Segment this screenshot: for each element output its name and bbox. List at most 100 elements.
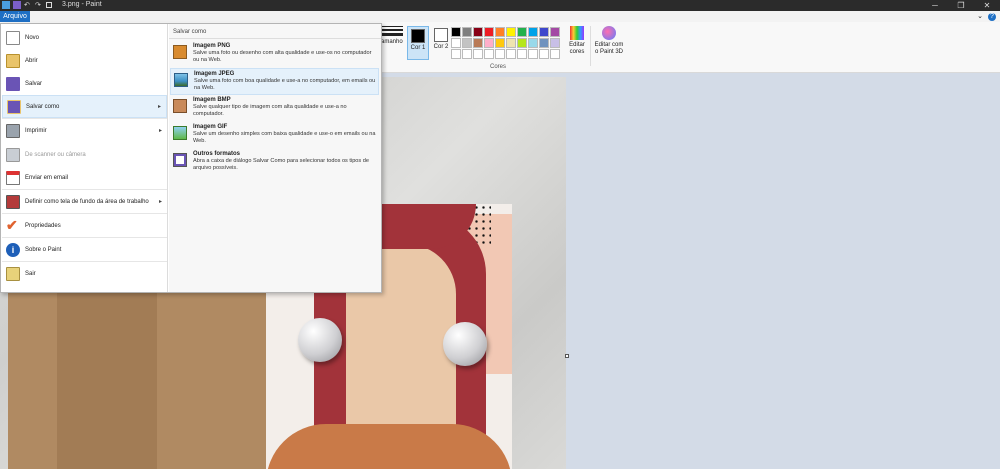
palette-swatch[interactable]	[506, 38, 516, 48]
palette-swatch[interactable]	[528, 27, 538, 37]
paint3d-button[interactable]: Editar com o Paint 3D	[594, 26, 624, 56]
palette-swatch[interactable]	[473, 27, 483, 37]
menu-item-label: Salvar como	[26, 103, 60, 110]
palette-swatch[interactable]	[506, 27, 516, 37]
color1-button[interactable]: Cor 1	[407, 26, 429, 60]
menu-item-about[interactable]: i Sobre o Paint	[2, 238, 167, 261]
paint3d-icon	[602, 26, 616, 40]
color-palette	[451, 27, 560, 59]
format-description: Salve um desenho simples com baixa quali…	[193, 131, 376, 144]
format-title: Imagem BMP	[193, 97, 231, 103]
info-icon: i	[6, 242, 20, 257]
palette-swatch[interactable]	[451, 27, 461, 37]
menu-item-save-as[interactable]: Salvar como ▸	[2, 95, 167, 118]
file-menu-commands: Novo Abrir Salvar Salvar como ▸ Imprimir…	[1, 24, 168, 292]
menu-item-print[interactable]: Imprimir ▸	[2, 119, 167, 142]
palette-swatch[interactable]	[495, 27, 505, 37]
palette-swatch[interactable]	[517, 38, 527, 48]
paint3d-label: Editar com o Paint 3D	[594, 42, 624, 55]
edit-colors-button[interactable]: Editar cores	[566, 26, 588, 56]
close-button[interactable]: ✕	[974, 0, 1000, 11]
palette-swatch[interactable]	[539, 49, 549, 59]
menu-item-label: Sair	[25, 270, 36, 277]
menu-item-label: Sobre o Paint	[25, 246, 62, 253]
collapse-ribbon-icon[interactable]: ⌄	[976, 13, 984, 21]
email-icon	[6, 170, 20, 185]
help-icon[interactable]: ?	[988, 13, 996, 21]
menu-item-properties[interactable]: ✔ Propriedades	[2, 214, 167, 237]
menu-item-exit[interactable]: Sair	[2, 262, 167, 285]
menu-item-label: Definir como tela de fundo da área de tr…	[25, 198, 149, 205]
menu-item-email[interactable]: Enviar em email	[2, 166, 167, 189]
undo-icon[interactable]: ↶	[24, 1, 32, 9]
print-icon	[6, 123, 20, 138]
colors-group-label: Cores	[490, 64, 507, 70]
palette-swatch[interactable]	[451, 49, 461, 59]
new-file-icon	[6, 30, 20, 45]
palette-swatch[interactable]	[462, 38, 472, 48]
size-button[interactable]: amanho	[381, 26, 403, 45]
body-shape	[266, 424, 512, 469]
redo-icon[interactable]: ↷	[35, 1, 43, 9]
save-quick-icon[interactable]	[13, 1, 21, 9]
format-title: Imagem JPEG	[194, 71, 235, 77]
palette-swatch[interactable]	[473, 49, 483, 59]
menu-item-new[interactable]: Novo	[2, 26, 167, 49]
palette-swatch[interactable]	[550, 49, 560, 59]
menu-item-scanner[interactable]: De scanner ou câmera	[2, 143, 167, 166]
palette-swatch[interactable]	[539, 27, 549, 37]
palette-swatch[interactable]	[506, 49, 516, 59]
customize-toolbar-icon[interactable]	[46, 2, 52, 8]
format-png[interactable]: Imagem PNG Salve uma foto ou desenho com…	[170, 41, 379, 68]
format-other[interactable]: Outros formatos Abra a caixa de diálogo …	[170, 149, 379, 176]
format-gif[interactable]: Imagem GIF Salve um desenho simples com …	[170, 122, 379, 149]
bmp-image-icon	[173, 99, 187, 113]
menu-item-set-wallpaper[interactable]: Definir como tela de fundo da área de tr…	[2, 190, 167, 213]
jpeg-image-icon	[174, 73, 188, 87]
color2-button[interactable]: Cor 2	[430, 26, 452, 60]
palette-swatch[interactable]	[517, 49, 527, 59]
format-title: Imagem PNG	[193, 43, 231, 49]
paint-app-icon	[2, 1, 10, 9]
menu-item-label: Imprimir	[25, 127, 47, 134]
png-image-icon	[173, 45, 187, 59]
open-folder-icon	[6, 53, 20, 68]
minimize-button[interactable]: ─	[922, 0, 948, 11]
scanner-icon	[6, 147, 20, 162]
menu-item-label: Novo	[25, 34, 40, 41]
menu-item-label: Salvar	[25, 80, 43, 87]
menu-item-save[interactable]: Salvar	[2, 72, 167, 95]
palette-swatch[interactable]	[495, 38, 505, 48]
palette-swatch[interactable]	[484, 27, 494, 37]
palette-swatch[interactable]	[484, 38, 494, 48]
ribbon-separator	[590, 26, 591, 66]
palette-swatch[interactable]	[451, 38, 461, 48]
palette-swatch[interactable]	[550, 27, 560, 37]
palette-swatch[interactable]	[495, 49, 505, 59]
submenu-heading-divider	[169, 38, 381, 39]
menu-item-label: De scanner ou câmera	[25, 151, 86, 158]
line-size-icon	[381, 26, 403, 36]
palette-swatch[interactable]	[550, 38, 560, 48]
maximize-button[interactable]: ❐	[948, 0, 974, 11]
palette-swatch[interactable]	[528, 38, 538, 48]
canvas-resize-handle[interactable]	[565, 354, 569, 358]
palette-swatch[interactable]	[528, 49, 538, 59]
edit-colors-label: Editar cores	[569, 42, 585, 55]
palette-swatch[interactable]	[517, 27, 527, 37]
palette-swatch[interactable]	[539, 38, 549, 48]
color1-swatch	[411, 29, 425, 43]
menu-item-open[interactable]: Abrir	[2, 49, 167, 72]
palette-swatch[interactable]	[462, 27, 472, 37]
properties-check-icon: ✔	[6, 216, 18, 233]
color1-label: Cor 1	[410, 45, 426, 51]
submenu-arrow-icon: ▸	[158, 199, 162, 205]
palette-swatch[interactable]	[462, 49, 472, 59]
pearl-earring-right	[443, 322, 487, 366]
palette-swatch[interactable]	[473, 38, 483, 48]
format-description: Salve qualquer tipo de imagem com alta q…	[193, 104, 347, 117]
palette-swatch[interactable]	[484, 49, 494, 59]
format-jpeg[interactable]: Imagem JPEG Salve uma foto com boa quali…	[170, 68, 379, 95]
format-bmp[interactable]: Imagem BMP Salve qualquer tipo de imagem…	[170, 95, 379, 122]
gif-image-icon	[173, 126, 187, 140]
